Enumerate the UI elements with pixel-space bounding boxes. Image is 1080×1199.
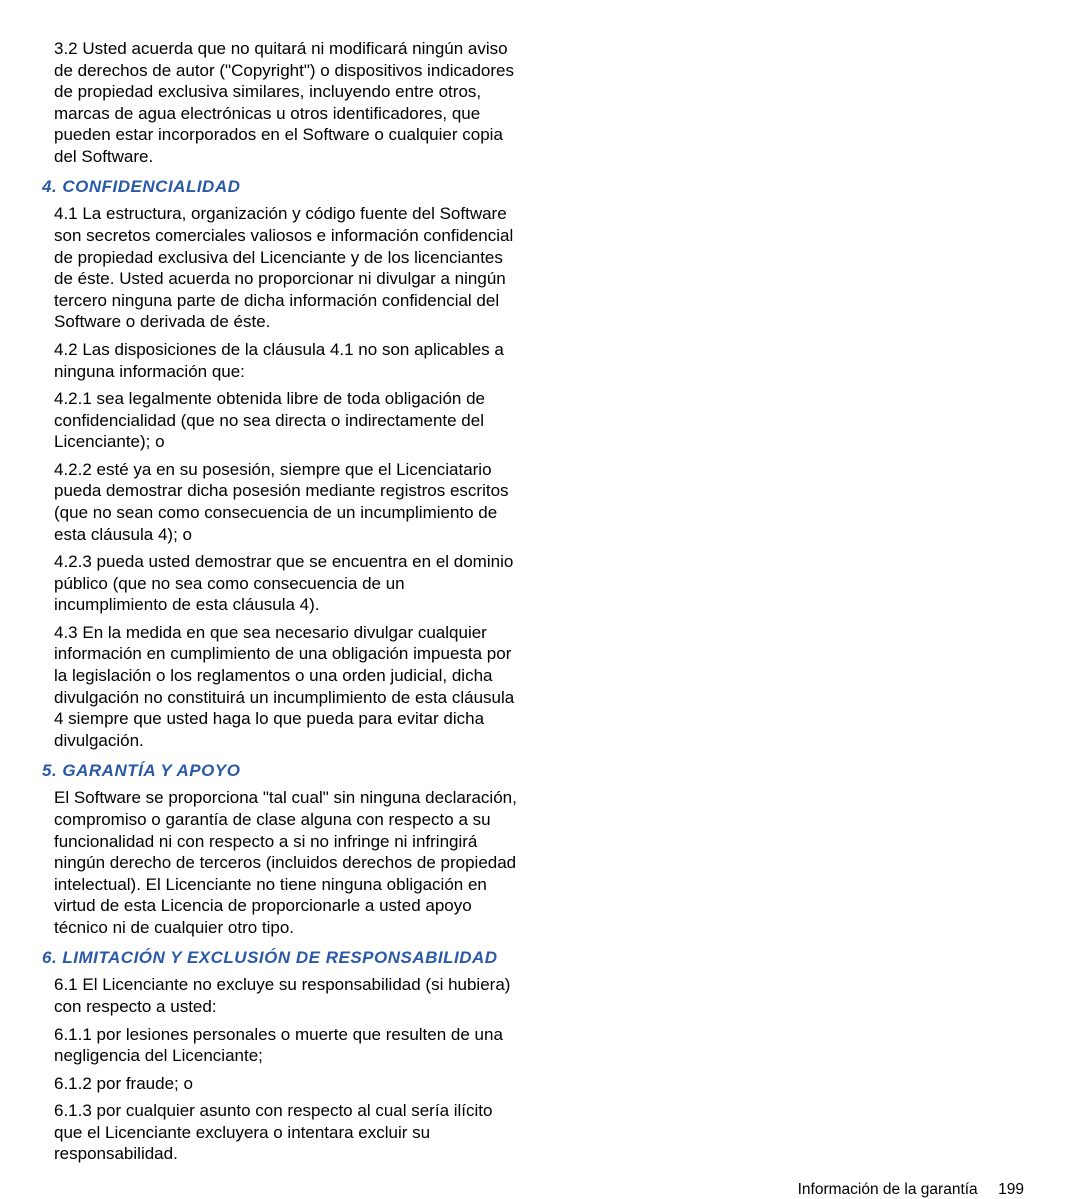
- page-footer: Información de la garantía 199: [42, 1171, 1038, 1199]
- paragraph-3-2: 3.2 Usted acuerda que no quitará ni modi…: [42, 38, 522, 167]
- page-number: 199: [982, 1181, 1024, 1199]
- heading-limitacion: 6. Limitación y exclusión de responsabil…: [42, 948, 522, 968]
- paragraph-4-2-2: 4.2.2 esté ya en su posesión, siempre qu…: [42, 459, 522, 545]
- footer-section-label: Información de la garantía: [798, 1181, 978, 1198]
- heading-confidencialidad: 4. Confidencialidad: [42, 177, 522, 197]
- paragraph-6-1-2: 6.1.2 por fraude; o: [42, 1073, 522, 1095]
- paragraph-4-1: 4.1 La estructura, organización y código…: [42, 203, 522, 332]
- paragraph-6-1-3: 6.1.3 por cualquier asunto con respecto …: [42, 1100, 522, 1165]
- paragraph-6-1-1: 6.1.1 por lesiones personales o muerte q…: [42, 1024, 522, 1067]
- paragraph-6-1: 6.1 El Licenciante no excluye su respons…: [42, 974, 522, 1017]
- paragraph-4-2-3: 4.2.3 pueda usted demostrar que se encue…: [42, 551, 522, 616]
- heading-garantia: 5. Garantía y apoyo: [42, 761, 522, 781]
- paragraph-4-3: 4.3 En la medida en que sea necesario di…: [42, 622, 522, 751]
- paragraph-4-2: 4.2 Las disposiciones de la cláusula 4.1…: [42, 339, 522, 382]
- content-columns: 3.2 Usted acuerda que no quitará ni modi…: [42, 38, 1038, 1171]
- paragraph-5-body: El Software se proporciona "tal cual" si…: [42, 787, 522, 938]
- paragraph-4-2-1: 4.2.1 sea legalmente obtenida libre de t…: [42, 388, 522, 453]
- page: 3.2 Usted acuerda que no quitará ni modi…: [0, 0, 1080, 720]
